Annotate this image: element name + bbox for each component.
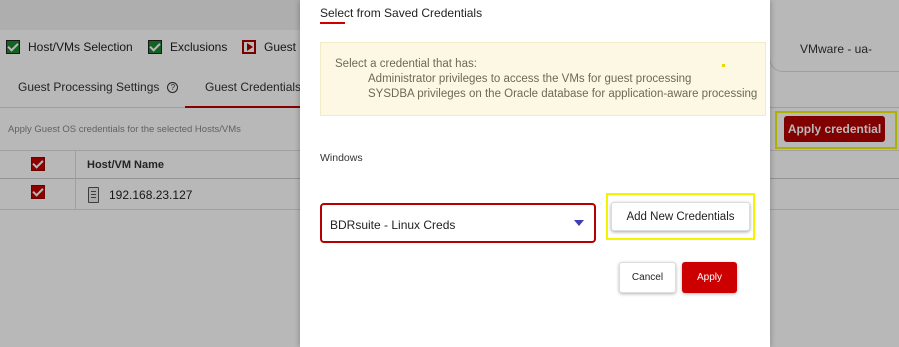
highlight-box: Add New Credentials [606, 193, 755, 240]
select-credentials-dialog: Select from Saved Credentials Select a c… [300, 0, 770, 347]
dialog-title: Select from Saved Credentials [320, 6, 483, 20]
add-new-credentials-button[interactable]: Add New Credentials [611, 202, 750, 231]
credential-select-value: BDRsuite - Linux Creds [330, 218, 456, 232]
cursor-dot-icon [722, 64, 725, 67]
section-label-windows: Windows [320, 152, 363, 164]
info-intro: Select a credential that has: [335, 58, 477, 70]
credential-select[interactable]: BDRsuite - Linux Creds [320, 203, 596, 243]
cancel-button[interactable]: Cancel [619, 262, 676, 293]
chevron-down-icon [574, 220, 584, 226]
title-underline [320, 22, 345, 24]
info-box: Select a credential that has: Administra… [320, 42, 766, 116]
apply-button[interactable]: Apply [682, 262, 737, 293]
info-item: Administrator privileges to access the V… [368, 73, 692, 85]
info-item: SYSDBA privileges on the Oracle database… [368, 88, 758, 100]
